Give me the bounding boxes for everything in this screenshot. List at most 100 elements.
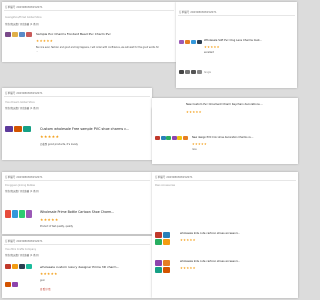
product-thumb[interactable] xyxy=(5,32,11,37)
product-title[interactable]: Custom wholesale Free sample PVC shoe ch… xyxy=(40,127,148,131)
product-thumb[interactable] xyxy=(179,70,184,74)
product-thumb[interactable] xyxy=(185,70,190,74)
product-thumb[interactable] xyxy=(155,267,162,273)
order-number: 订单编号 2023080308152071 xyxy=(179,11,217,14)
product-thumb[interactable] xyxy=(155,136,160,140)
product-title[interactable]: Wholesale Prime Bottle Cartoon Shoe Char… xyxy=(40,210,148,214)
rating-stars: ★★★★★ xyxy=(192,142,207,146)
review-card: 订单编号 2023080308152071 Paso Accessories w… xyxy=(152,172,298,298)
product-thumb[interactable] xyxy=(155,232,162,238)
product-thumb[interactable] xyxy=(197,40,202,44)
order-attributes: 付款(免运费) 评论准确 (1 条评) xyxy=(5,23,39,26)
product-thumb[interactable] xyxy=(191,70,196,74)
divider xyxy=(4,180,150,181)
product-thumb[interactable] xyxy=(12,32,18,37)
product-thumbnails xyxy=(155,232,171,245)
product-thumb[interactable] xyxy=(155,239,162,245)
product-title[interactable]: wholesale kids cute cartoon shoes access… xyxy=(180,260,294,263)
product-thumbnails xyxy=(5,32,32,37)
product-thumb[interactable] xyxy=(163,267,170,273)
review-card: 订单编号 2023080308152071 Guangzhou/Hmwl Glo… xyxy=(2,2,176,62)
order-number: 订单编号 2023080308152071 xyxy=(5,6,43,9)
product-thumbnails xyxy=(155,260,171,273)
seller-name[interactable]: Yiwu Mini Crafts Company xyxy=(5,248,36,251)
product-thumbnails xyxy=(179,70,202,74)
divider xyxy=(154,180,296,181)
product-thumb[interactable] xyxy=(26,32,32,37)
seller-name[interactable]: Guangzhou/Hmwl Global Store xyxy=(5,16,42,19)
order-number: 订单编号 2023080308152071 xyxy=(5,92,43,95)
divider xyxy=(4,244,150,245)
rating-stars: ★★★★★ xyxy=(40,134,60,139)
rating-stars: ★★★★★ xyxy=(36,39,54,43)
seller-name[interactable]: Paso Accessories xyxy=(155,184,175,187)
rating-stars: ★★★★★ xyxy=(40,217,59,222)
product-thumb[interactable] xyxy=(23,126,31,132)
review-text: 已收到 good products, it's lovely xyxy=(40,143,78,146)
product-thumbnails xyxy=(5,126,31,132)
product-thumb[interactable] xyxy=(12,282,18,287)
product-thumb[interactable] xyxy=(12,210,18,218)
product-title[interactable]: Sample Pvc Charms Fondant Bead Pvc Charm… xyxy=(36,32,166,36)
product-thumbnails xyxy=(5,264,35,269)
order-number: 订单编号 2023080308152071 xyxy=(155,176,193,179)
product-thumb[interactable] xyxy=(179,40,184,44)
review-text: Be nice ever, fashion and good and big h… xyxy=(36,46,160,49)
product-thumb[interactable] xyxy=(182,136,188,140)
product-thumb[interactable] xyxy=(5,264,11,269)
rating-stars: ★★★★★ xyxy=(180,238,196,242)
product-thumb[interactable] xyxy=(197,70,202,74)
seller-note: tangle xyxy=(204,71,211,74)
review-card: New Custom Pvc Ornament Charm Keychain d… xyxy=(152,98,298,164)
product-thumb[interactable] xyxy=(177,136,182,140)
product-title[interactable]: New Custom Pvc Ornament Charm Keychain d… xyxy=(186,103,294,106)
product-thumb[interactable] xyxy=(14,126,22,132)
product-thumb[interactable] xyxy=(19,264,25,269)
product-thumb[interactable] xyxy=(155,260,162,266)
seller-name[interactable]: Yiwu Dream Global Store xyxy=(5,101,35,104)
product-thumb[interactable] xyxy=(5,210,11,218)
product-thumb[interactable] xyxy=(12,264,18,269)
product-thumbnails xyxy=(155,136,191,140)
order-attributes: 付款(免运费) 评论准确 (1 条评) xyxy=(5,190,39,193)
review-text-continued: ... xyxy=(36,50,39,53)
product-thumb[interactable] xyxy=(163,232,170,238)
product-thumb[interactable] xyxy=(26,264,32,269)
divider xyxy=(178,15,295,16)
product-thumb[interactable] xyxy=(185,40,190,44)
product-thumb[interactable] xyxy=(163,260,170,266)
rating-stars: ★★★★★ xyxy=(40,272,58,276)
review-text: excellent xyxy=(204,51,214,54)
review-card: 订单编号 2023080308152071 Dongguan Jinlong R… xyxy=(2,172,152,234)
product-title[interactable]: wholesale custom luxury designer Prime 3… xyxy=(40,265,148,269)
view-details-link[interactable]: 查看详情 xyxy=(40,287,51,291)
review-card: 订单编号 2023080308152071 Yiwu Mini Crafts C… xyxy=(2,236,152,298)
product-thumb[interactable] xyxy=(5,126,13,132)
product-thumbnails xyxy=(179,40,202,44)
rating-stars: ★★★★★ xyxy=(180,266,196,270)
divider xyxy=(4,10,174,11)
product-thumb[interactable] xyxy=(171,136,177,140)
product-thumb[interactable] xyxy=(19,210,25,218)
order-attributes: 付款(免运费) 评论准确 (1 条评) xyxy=(5,107,39,110)
rating-stars: ★★★★★ xyxy=(186,110,202,114)
product-thumbnails xyxy=(5,210,32,218)
seller-name[interactable]: Dongguan Jinlong Rubber xyxy=(5,184,35,187)
product-thumb[interactable] xyxy=(19,32,25,37)
thumbnail-strip xyxy=(5,282,18,287)
product-title[interactable]: wholesale kids cute cartoon shoes access… xyxy=(180,232,294,235)
review-text: good xyxy=(40,279,46,282)
order-number: 订单编号 2023080308152071 xyxy=(5,240,43,243)
divider xyxy=(4,96,150,97)
product-thumb[interactable] xyxy=(160,136,166,140)
product-thumb[interactable] xyxy=(191,40,196,44)
order-number: 订单编号 2023080308152071 xyxy=(5,176,43,179)
product-title[interactable]: Wholesale Soft Pvc Clog Lace Charms Cust… xyxy=(204,39,292,42)
product-title[interactable]: New design PVC Croc shoe decoration Char… xyxy=(192,136,294,139)
product-thumb[interactable] xyxy=(26,210,32,218)
product-thumb[interactable] xyxy=(163,239,170,245)
product-thumb[interactable] xyxy=(166,136,171,140)
review-card: 订单编号 2023080308152071 Yiwu Dream Global … xyxy=(2,88,152,160)
product-thumb[interactable] xyxy=(5,282,11,287)
review-text: Product of fast quality, quality xyxy=(40,225,73,228)
